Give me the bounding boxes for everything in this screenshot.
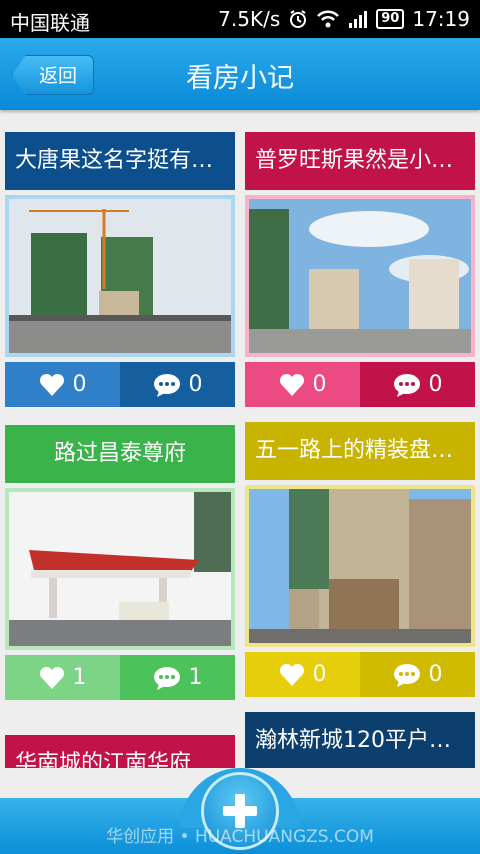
note-card[interactable]: 路过昌泰尊府 1 1 bbox=[5, 425, 235, 700]
like-button[interactable]: 0 bbox=[245, 362, 360, 407]
page-title: 看房小记 bbox=[186, 63, 294, 94]
clock: 17:19 bbox=[412, 7, 470, 31]
heart-icon bbox=[279, 373, 304, 396]
network-speed: 7.5K/s bbox=[218, 7, 281, 31]
like-button[interactable]: 0 bbox=[245, 652, 360, 697]
note-card[interactable]: 华南城的江南华府 bbox=[5, 735, 235, 768]
comment-count: 0 bbox=[428, 662, 443, 687]
note-card[interactable]: 大唐果这名字挺有… 0 0 bbox=[5, 132, 235, 407]
comment-button[interactable]: 0 bbox=[120, 362, 235, 407]
card-actions: 0 0 bbox=[5, 362, 235, 407]
bottom-bar: 华创应用 • HUACHUANGZS.COM bbox=[0, 768, 480, 854]
like-count: 0 bbox=[312, 662, 327, 687]
comment-count: 1 bbox=[188, 665, 203, 690]
comment-button[interactable]: 0 bbox=[360, 362, 475, 407]
wifi-icon bbox=[316, 10, 340, 28]
card-title: 普罗旺斯果然是小… bbox=[245, 132, 475, 190]
card-title: 大唐果这名字挺有… bbox=[5, 132, 235, 190]
property-photo[interactable] bbox=[245, 195, 475, 357]
comment-icon bbox=[393, 373, 420, 397]
card-actions: 0 0 bbox=[245, 652, 475, 697]
card-title: 五一路上的精装盘… bbox=[245, 422, 475, 480]
status-bar: 中国联通 7.5K/s 90 17:19 bbox=[0, 0, 480, 38]
card-title: 华南城的江南华府 bbox=[5, 735, 235, 768]
card-title: 瀚林新城120平户… bbox=[245, 712, 475, 768]
note-card[interactable]: 五一路上的精装盘… 0 0 bbox=[245, 422, 475, 697]
heart-icon bbox=[39, 373, 64, 396]
alarm-icon bbox=[288, 9, 308, 29]
comment-button[interactable]: 0 bbox=[360, 652, 475, 697]
like-count: 0 bbox=[72, 372, 87, 397]
card-title: 路过昌泰尊府 bbox=[5, 425, 235, 483]
property-photo[interactable] bbox=[5, 195, 235, 357]
comment-button[interactable]: 1 bbox=[120, 655, 235, 700]
comment-icon bbox=[393, 663, 420, 687]
note-card[interactable]: 普罗旺斯果然是小… 0 0 bbox=[245, 132, 475, 407]
note-card[interactable]: 瀚林新城120平户… bbox=[245, 712, 475, 768]
like-count: 0 bbox=[312, 372, 327, 397]
comment-count: 0 bbox=[188, 372, 203, 397]
like-button[interactable]: 0 bbox=[5, 362, 120, 407]
comment-icon bbox=[153, 666, 180, 690]
battery-icon: 90 bbox=[376, 9, 405, 29]
carrier-name: 中国联通 bbox=[10, 11, 90, 35]
app-header: 返回 看房小记 bbox=[0, 38, 480, 110]
comment-icon bbox=[153, 373, 180, 397]
watermark: 华创应用 • HUACHUANGZS.COM bbox=[106, 827, 374, 847]
property-photo[interactable] bbox=[5, 488, 235, 650]
heart-icon bbox=[279, 663, 304, 686]
signal-icon bbox=[348, 10, 368, 28]
like-count: 1 bbox=[72, 665, 87, 690]
heart-icon bbox=[39, 666, 64, 689]
card-actions: 0 0 bbox=[245, 362, 475, 407]
property-photo[interactable] bbox=[245, 485, 475, 647]
comment-count: 0 bbox=[428, 372, 443, 397]
card-actions: 1 1 bbox=[5, 655, 235, 700]
like-button[interactable]: 1 bbox=[5, 655, 120, 700]
